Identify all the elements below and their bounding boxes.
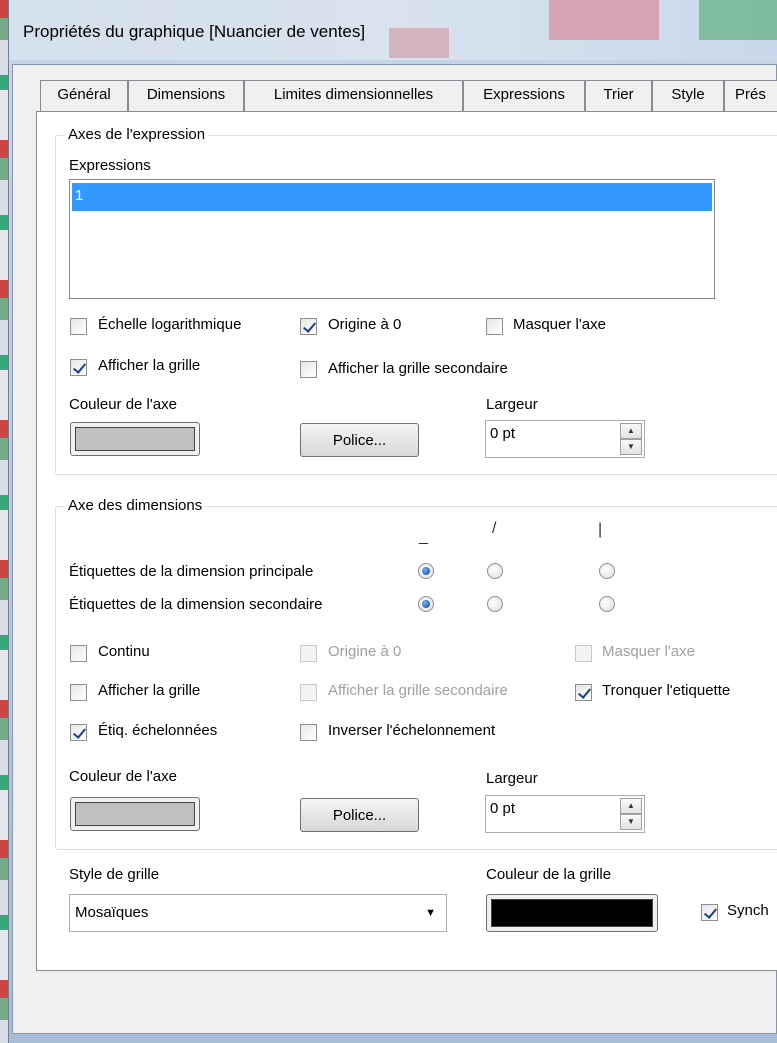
orientation-vertical-header: | <box>598 521 603 538</box>
title-decor <box>699 0 777 40</box>
chevron-down-icon: ▼ <box>425 907 436 919</box>
log-scale-label: Échelle logarithmique <box>98 316 242 333</box>
tab-label: Dimensions <box>146 86 226 103</box>
tab-label: Style <box>671 86 705 103</box>
orientation-horizontal-header: _ <box>419 528 428 545</box>
dim-origin-zero-checkbox <box>300 645 317 662</box>
tab-label: Prés <box>735 86 766 103</box>
secondary-horizontal-radio[interactable] <box>418 596 434 612</box>
tab-sort[interactable]: Trier <box>585 80 652 112</box>
axis-color-label: Couleur de l'axe <box>69 396 177 413</box>
decrement-icon[interactable]: ▼ <box>620 814 642 830</box>
staggered-labels-label: Étiq. échelonnées <box>98 722 218 739</box>
show-grid-label: Afficher la grille <box>98 357 201 374</box>
hide-axis-checkbox[interactable] <box>486 318 503 335</box>
tab-label: Général <box>57 86 111 103</box>
axis-color-swatch <box>75 427 195 451</box>
width-label: Largeur <box>486 396 538 413</box>
title-bar[interactable]: Propriétés du graphique [Nuancier de ven… <box>9 0 777 60</box>
dimension-axis-group-label: Axe des dimensions <box>65 497 206 514</box>
primary-labels-label: Étiquettes de la dimension principale <box>69 563 314 580</box>
tab-label: Limites dimensionnelles <box>273 86 434 103</box>
log-scale-checkbox[interactable] <box>70 318 87 335</box>
dim-axis-color-swatch <box>75 802 195 826</box>
primary-diagonal-radio[interactable] <box>487 563 503 579</box>
dim-font-button[interactable]: Police... <box>300 798 419 832</box>
grid-style-select[interactable]: Mosaïques ▼ <box>69 894 447 932</box>
secondary-labels-label: Étiquettes de la dimension secondaire <box>69 596 323 613</box>
dim-axis-color-label: Couleur de l'axe <box>69 768 177 785</box>
sync-checkbox[interactable] <box>701 904 718 921</box>
dim-width-value: 0 pt <box>490 800 516 817</box>
truncate-label-label: Tronquer l'etiquette <box>602 682 731 699</box>
window-title: Propriétés du graphique [Nuancier de ven… <box>23 22 366 41</box>
tab-general[interactable]: Général <box>40 80 128 112</box>
dim-axis-color-button[interactable] <box>70 797 200 831</box>
grid-color-label: Couleur de la grille <box>486 866 612 883</box>
continuous-checkbox[interactable] <box>70 645 87 662</box>
show-grid-checkbox[interactable] <box>70 359 87 376</box>
dim-show-minor-grid-checkbox <box>300 684 317 701</box>
primary-horizontal-radio[interactable] <box>418 563 434 579</box>
dim-hide-axis-label: Masquer l'axe <box>602 643 695 660</box>
stepper-buttons: ▲ ▼ <box>620 798 642 830</box>
sync-label: Synch <box>727 902 769 919</box>
grid-style-label: Style de grille <box>69 866 160 883</box>
staggered-labels-checkbox[interactable] <box>70 724 87 741</box>
dim-origin-zero-label: Origine à 0 <box>328 643 402 660</box>
truncate-label-checkbox[interactable] <box>575 684 592 701</box>
tab-dimensions[interactable]: Dimensions <box>128 80 244 112</box>
tab-style[interactable]: Style <box>652 80 724 112</box>
secondary-diagonal-radio[interactable] <box>487 596 503 612</box>
increment-icon[interactable]: ▲ <box>620 798 642 814</box>
continuous-label: Continu <box>98 643 150 660</box>
show-minor-grid-label: Afficher la grille secondaire <box>328 360 508 377</box>
decrement-icon[interactable]: ▼ <box>620 439 642 455</box>
dim-width-label: Largeur <box>486 770 538 787</box>
tab-presentation[interactable]: Prés <box>724 80 777 112</box>
width-stepper[interactable]: 0 pt ▲ ▼ <box>485 420 645 458</box>
primary-vertical-radio[interactable] <box>599 563 615 579</box>
secondary-vertical-radio[interactable] <box>599 596 615 612</box>
width-value: 0 pt <box>490 425 516 442</box>
tab-label: Trier <box>603 86 634 103</box>
list-item[interactable]: 1 <box>72 183 712 211</box>
show-minor-grid-checkbox[interactable] <box>300 361 317 378</box>
reverse-stagger-label: Inverser l'échelonnement <box>328 722 496 739</box>
dim-show-minor-grid-label: Afficher la grille secondaire <box>328 682 508 699</box>
dim-width-stepper[interactable]: 0 pt ▲ ▼ <box>485 795 645 833</box>
grid-color-button[interactable] <box>486 894 658 932</box>
origin-zero-label: Origine à 0 <box>328 316 402 333</box>
hide-axis-label: Masquer l'axe <box>513 316 606 333</box>
tab-label: Expressions <box>483 86 565 103</box>
reverse-stagger-checkbox[interactable] <box>300 724 317 741</box>
origin-zero-checkbox[interactable] <box>300 318 317 335</box>
dim-show-grid-checkbox[interactable] <box>70 684 87 701</box>
grid-style-value: Mosaïques <box>75 904 149 921</box>
orientation-diagonal-header: / <box>492 520 497 537</box>
expressions-list-label: Expressions <box>69 157 151 174</box>
title-decor <box>389 28 449 58</box>
expression-axes-group-label: Axes de l'expression <box>65 126 209 143</box>
tab-dimension-limits[interactable]: Limites dimensionnelles <box>244 80 463 112</box>
grid-color-swatch <box>491 899 653 927</box>
font-button[interactable]: Police... <box>300 423 419 457</box>
stepper-buttons: ▲ ▼ <box>620 423 642 455</box>
expressions-listbox[interactable]: 1 <box>69 179 715 299</box>
axis-color-button[interactable] <box>70 422 200 456</box>
increment-icon[interactable]: ▲ <box>620 423 642 439</box>
tab-expressions[interactable]: Expressions <box>463 80 585 112</box>
dim-hide-axis-checkbox <box>575 645 592 662</box>
dim-show-grid-label: Afficher la grille <box>98 682 201 699</box>
title-decor <box>549 0 659 40</box>
